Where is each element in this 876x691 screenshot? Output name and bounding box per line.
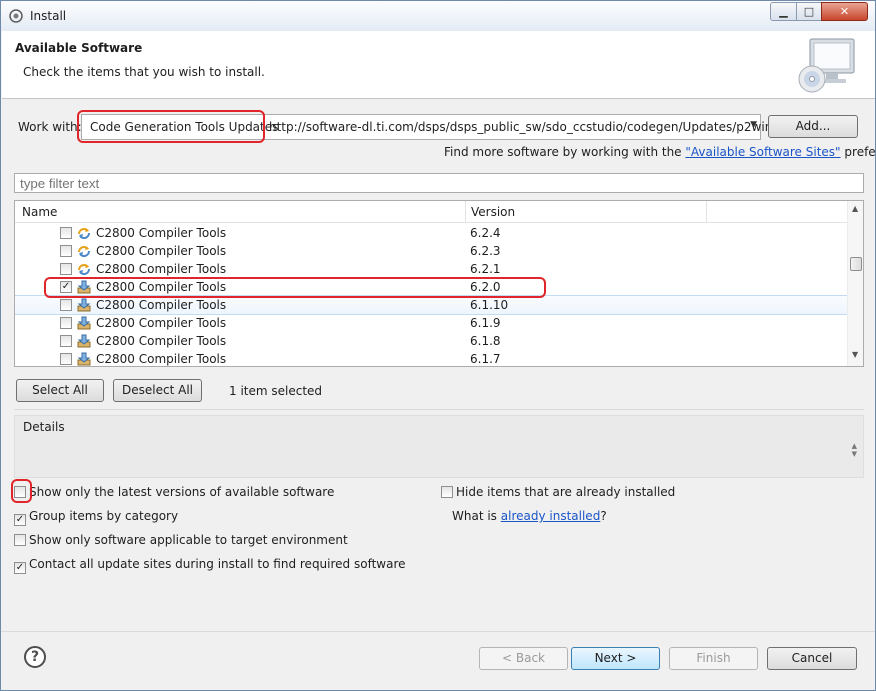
row-version: 6.2.1 (470, 262, 501, 276)
minimize-button[interactable]: ▁ (770, 2, 797, 21)
row-version: 6.1.8 (470, 334, 501, 348)
install-monitor-icon (798, 38, 855, 93)
contact-all-sites-option[interactable]: ✓ Contact all update sites during install… (14, 557, 406, 574)
maximize-button[interactable]: □ (796, 2, 822, 21)
cancel-button[interactable]: Cancel (767, 647, 857, 670)
selected-row-highlight (44, 277, 546, 298)
latest-only-highlight (11, 479, 32, 503)
page-description: Check the items that you wish to install… (23, 65, 265, 79)
already-installed-link[interactable]: already installed (501, 509, 601, 523)
group-by-category-option[interactable]: ✓ Group items by category (14, 509, 178, 526)
details-label: Details (23, 420, 65, 434)
selection-status: 1 item selected (229, 384, 323, 398)
update-arrow-icon (76, 243, 92, 259)
row-checkbox[interactable] (60, 227, 72, 239)
row-checkbox[interactable] (60, 317, 72, 329)
what-is-suffix: ? (600, 509, 607, 523)
next-button[interactable]: Next > (571, 647, 660, 670)
table-row[interactable]: C2800 Compiler Tools 6.1.10 (15, 295, 848, 315)
row-checkbox[interactable] (60, 245, 72, 257)
row-checkbox[interactable] (60, 335, 72, 347)
filter-input[interactable] (14, 173, 864, 193)
what-is-installed-text: What is already installed? (452, 509, 607, 523)
row-name: C2800 Compiler Tools (96, 352, 227, 366)
column-divider[interactable] (706, 201, 707, 223)
row-name: C2800 Compiler Tools (96, 244, 227, 258)
details-panel: Details ▲ ▼ (14, 415, 864, 478)
divider (14, 409, 864, 410)
add-site-button[interactable]: Add... (768, 115, 858, 138)
row-name: C2800 Compiler Tools (96, 298, 227, 312)
applicable-only-option[interactable]: Show only software applicable to target … (14, 533, 348, 547)
window-title: Install (30, 9, 67, 23)
column-header-version[interactable]: Version (471, 205, 515, 219)
row-name: C2800 Compiler Tools (96, 226, 227, 240)
column-header-name[interactable]: Name (22, 205, 57, 219)
work-with-url: http://software-dl.ti.com/dsps/dsps_publ… (269, 120, 788, 134)
install-arrow-icon (76, 297, 92, 313)
latest-only-option[interactable]: Show only the latest versions of availab… (14, 485, 334, 499)
work-with-label: Work with: (18, 120, 82, 134)
table-scrollbar[interactable]: ▲ ▼ (847, 201, 863, 366)
row-version: 6.2.4 (470, 226, 501, 240)
row-name: C2800 Compiler Tools (96, 262, 227, 276)
contact-all-sites-checkbox[interactable]: ✓ (14, 562, 26, 574)
row-version: 6.1.10 (470, 298, 509, 312)
row-checkbox[interactable] (60, 263, 72, 275)
title-bar: Install ▁ □ ✕ (1, 1, 875, 31)
what-is-prefix: What is (452, 509, 497, 523)
group-by-category-label: Group items by category (29, 509, 179, 523)
help-icon[interactable]: ? (24, 646, 46, 668)
row-name: C2800 Compiler Tools (96, 316, 227, 330)
hide-installed-checkbox[interactable] (441, 486, 453, 498)
find-more-suffix: preferences. (844, 145, 876, 159)
table-row[interactable]: C2800 Compiler Tools 6.1.8 (15, 332, 847, 350)
contact-all-sites-label: Contact all update sites during install … (29, 557, 406, 571)
scroll-thumb[interactable] (850, 257, 862, 271)
details-scroll-icon[interactable]: ▲ ▼ (852, 442, 857, 458)
site-name-highlight (77, 110, 265, 143)
row-version: 6.1.9 (470, 316, 501, 330)
select-all-button[interactable]: Select All (16, 379, 104, 402)
latest-only-label: Show only the latest versions of availab… (29, 485, 335, 499)
install-dialog: Install ▁ □ ✕ Available Software Check t… (0, 0, 876, 691)
wizard-header: Available Software Check the items that … (2, 31, 875, 99)
table-row[interactable]: C2800 Compiler Tools 6.2.3 (15, 242, 847, 260)
find-more-prefix: Find more software by working with the (444, 145, 682, 159)
page-title: Available Software (15, 41, 143, 55)
chevron-down-icon[interactable]: ▼ (750, 120, 757, 130)
applicable-only-label: Show only software applicable to target … (29, 533, 348, 547)
row-checkbox[interactable] (60, 353, 72, 365)
deselect-all-button[interactable]: Deselect All (113, 379, 202, 402)
footer-divider (1, 631, 875, 632)
back-button[interactable]: < Back (479, 647, 568, 670)
install-arrow-icon (76, 333, 92, 349)
update-arrow-icon (76, 261, 92, 277)
table-row[interactable]: C2800 Compiler Tools 6.2.1 (15, 260, 847, 278)
hide-installed-option[interactable]: Hide items that are already installed (441, 485, 675, 499)
group-by-category-checkbox[interactable]: ✓ (14, 514, 26, 526)
app-icon (9, 9, 23, 23)
install-arrow-icon (76, 351, 92, 366)
available-software-sites-link[interactable]: "Available Software Sites" (685, 145, 840, 159)
row-name: C2800 Compiler Tools (96, 334, 227, 348)
hide-installed-label: Hide items that are already installed (456, 485, 676, 499)
row-version: 6.1.7 (470, 352, 501, 366)
row-version: 6.2.3 (470, 244, 501, 258)
table-row[interactable]: C2800 Compiler Tools 6.1.9 (15, 314, 847, 332)
find-more-text: Find more software by working with the "… (444, 145, 876, 159)
scroll-down-icon[interactable]: ▼ (852, 350, 858, 359)
table-header: Name Version (15, 201, 847, 223)
table-row[interactable]: C2800 Compiler Tools 6.1.7 (15, 350, 847, 366)
applicable-only-checkbox[interactable] (14, 534, 26, 546)
row-checkbox[interactable] (60, 299, 72, 311)
table-row[interactable]: C2800 Compiler Tools 6.2.4 (15, 224, 847, 242)
update-arrow-icon (76, 225, 92, 241)
column-divider[interactable] (465, 201, 466, 223)
install-arrow-icon (76, 315, 92, 331)
close-button[interactable]: ✕ (821, 2, 868, 21)
scroll-up-icon[interactable]: ▲ (852, 204, 858, 213)
finish-button[interactable]: Finish (669, 647, 758, 670)
